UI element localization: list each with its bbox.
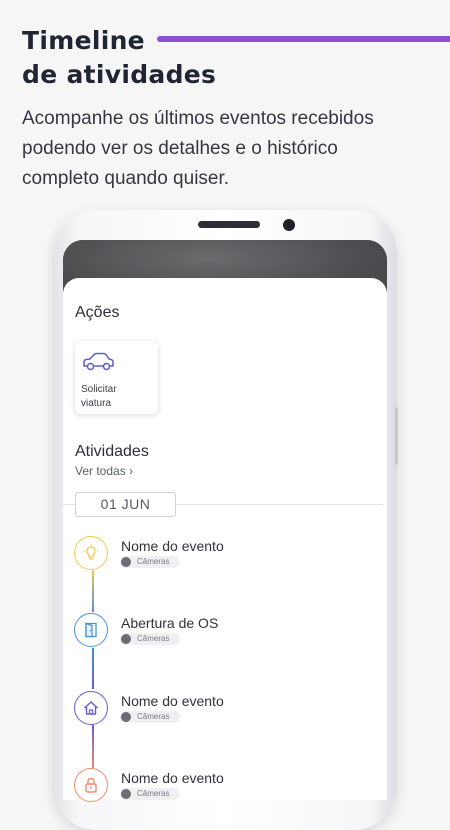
event-title[interactable]: Nome do evento	[121, 693, 224, 709]
date-pill: 01 JUN	[75, 492, 176, 517]
event-tag: Câmeras	[120, 711, 180, 723]
actions-title: Ações	[75, 304, 120, 321]
camera-tag-icon	[121, 634, 131, 644]
camera-tag-icon	[121, 712, 131, 722]
event-tag-label: Câmeras	[137, 712, 170, 721]
timeline-connector	[92, 570, 94, 612]
lock-icon	[85, 777, 97, 793]
request-vehicle-button[interactable]: Solicitar viatura	[75, 341, 158, 414]
action-label: Solicitar viatura	[81, 383, 155, 411]
camera-tag-icon	[121, 789, 131, 799]
chevron-right-icon: ›	[129, 464, 134, 478]
activities-title: Atividades	[75, 443, 149, 460]
car-icon	[83, 352, 114, 371]
event-node[interactable]	[74, 691, 108, 725]
phone-screen	[63, 240, 387, 800]
event-node[interactable]	[74, 613, 108, 647]
phone-speaker	[198, 221, 260, 228]
event-node[interactable]	[74, 768, 108, 802]
page-title: Timeline de atividades	[22, 24, 216, 92]
timeline-connector	[92, 725, 94, 768]
event-title[interactable]: Nome do evento	[121, 770, 224, 786]
home-icon	[84, 701, 98, 715]
event-title[interactable]: Nome do evento	[121, 538, 224, 554]
timeline-connector	[92, 648, 94, 689]
camera-tag-icon	[121, 557, 131, 567]
event-tag-label: Câmeras	[137, 557, 170, 566]
lightbulb-icon	[84, 544, 98, 560]
description-line-3: completo quando quiser.	[22, 168, 230, 189]
event-tag-label: Câmeras	[137, 634, 170, 643]
event-node[interactable]	[74, 536, 108, 570]
event-tag-label: Câmeras	[137, 789, 170, 798]
description-line-2: podendo ver os detalhes e o histórico	[22, 138, 338, 159]
title-line-2: de atividades	[22, 60, 217, 89]
scrollbar[interactable]	[395, 407, 398, 465]
action-label-line-1: Solicitar	[81, 384, 117, 395]
event-title[interactable]: Abertura de OS	[121, 615, 218, 631]
accent-bar	[157, 36, 450, 42]
event-tag: Câmeras	[120, 633, 180, 645]
description-line-1: Acompanhe os últimos eventos recebidos	[22, 108, 374, 129]
action-label-line-2: viatura	[81, 398, 112, 409]
see-all-link[interactable]: Ver todas ›	[75, 464, 133, 478]
phone-camera	[283, 219, 295, 231]
page-description: Acompanhe os últimos eventos recebidos p…	[22, 104, 432, 194]
event-tag: Câmeras	[120, 556, 180, 568]
event-tag: Câmeras	[120, 788, 180, 800]
door-icon	[85, 622, 97, 638]
see-all-label: Ver todas	[75, 464, 126, 478]
